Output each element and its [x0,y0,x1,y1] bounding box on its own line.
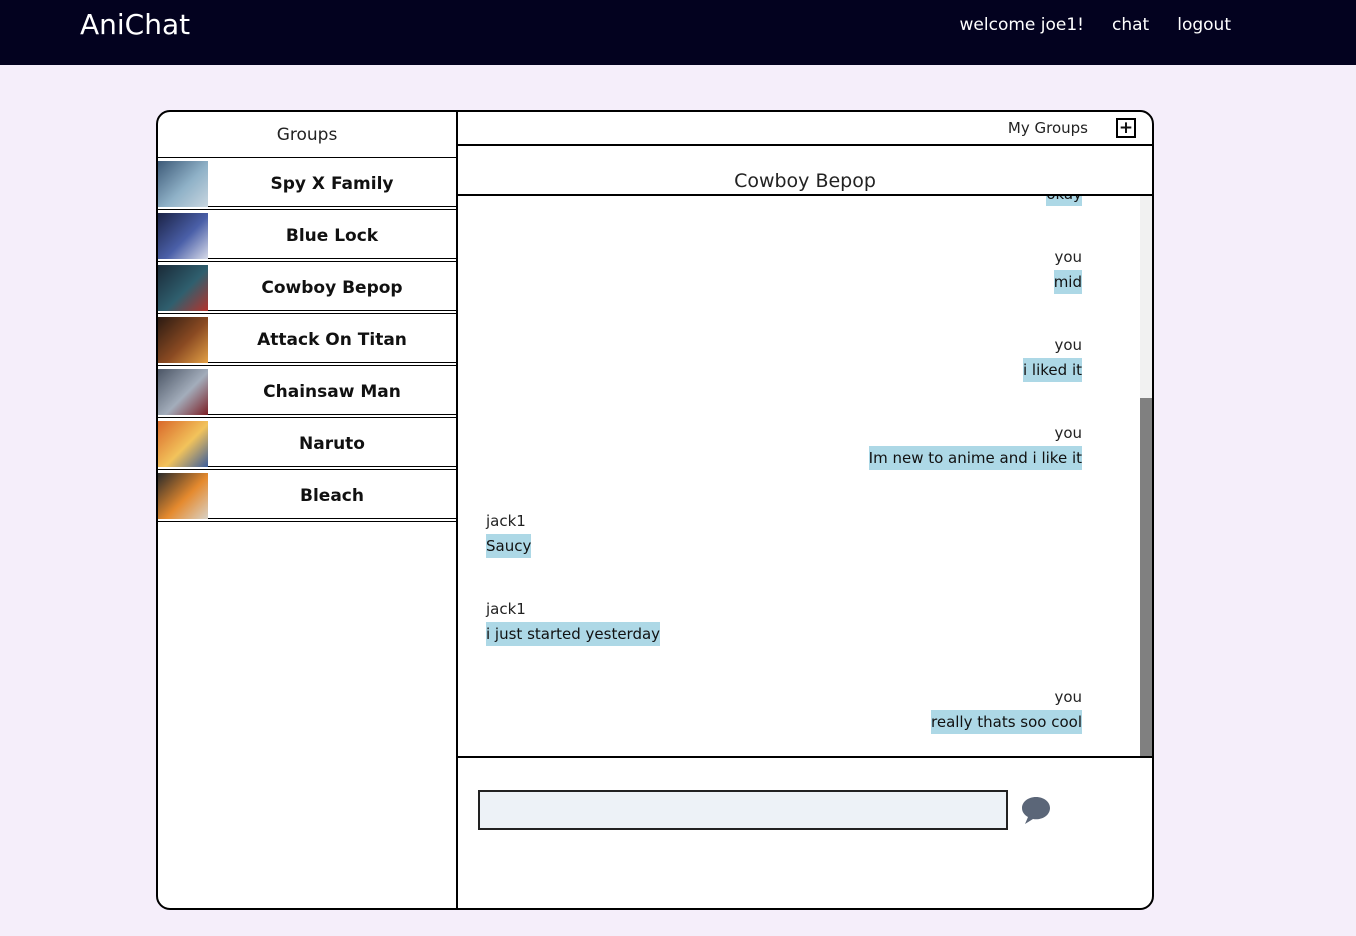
group-item[interactable]: Bleach [158,470,456,522]
chat-title-bar: Cowboy Bepop [458,146,1152,196]
my-groups-link[interactable]: My Groups [1008,119,1088,137]
message-list[interactable]: okay you mid you i liked it you Im new to anim… [458,196,1152,758]
group-item[interactable]: Blue Lock [158,210,456,262]
group-label: Naruto [299,433,365,454]
group-thumbnail [158,212,208,259]
group-thumbnail [158,316,208,363]
message-text: mid [1053,270,1082,294]
group-thumbnail [158,420,208,467]
message-sender: jack1 [486,600,526,618]
message-text: okay [1046,196,1082,206]
nav-links: welcome joe1! chat logout [960,15,1231,35]
plus-icon: + [1118,117,1134,138]
add-group-button[interactable]: + [1116,118,1136,138]
message-sender: jack1 [486,512,526,530]
group-label: Chainsaw Man [263,381,401,402]
message-item: you i liked it [1023,336,1082,382]
message-composer [458,758,1152,906]
group-label: Blue Lock [285,225,379,246]
message-sender: you [1054,248,1082,266]
group-item[interactable]: Chainsaw Man [158,366,456,418]
group-item[interactable]: Attack On Titan [158,314,456,366]
message-sender: you [1054,688,1082,706]
top-navbar: AniChat welcome joe1! chat logout [0,0,1356,65]
message-text: i liked it [1023,358,1082,382]
scrollbar-track[interactable] [1140,196,1152,756]
speech-bubble-icon[interactable] [1020,794,1052,826]
chat-title: Cowboy Bepop [734,170,876,192]
message-item: okay [1046,196,1082,206]
group-label: Cowboy Bepop [261,277,403,298]
group-thumbnail [158,160,208,207]
message-text: Saucy [486,534,532,558]
group-list: Spy X Family Blue Lock Cowboy Bepop Attack … [158,158,456,522]
group-item[interactable]: Naruto [158,418,456,470]
chat-link[interactable]: chat [1112,15,1149,35]
message-item: you Im new to anime and i like it [868,424,1082,470]
message-text: i just started yesterday [486,622,661,646]
logout-link[interactable]: logout [1177,15,1231,35]
group-item[interactable]: Spy X Family [158,158,456,210]
groups-sidebar: Groups Spy X Family Blue Lock Cowboy Bepop… [158,112,458,908]
group-label: Bleach [300,485,364,506]
message-item: you mid [1053,248,1082,294]
chat-topbar: My Groups + [458,112,1152,146]
group-thumbnail [158,368,208,415]
group-thumbnail [158,264,208,311]
group-item[interactable]: Cowboy Bepop [158,262,456,314]
group-label: Spy X Family [270,173,394,194]
message-text: Im new to anime and i like it [868,446,1082,470]
group-thumbnail [158,472,208,519]
message-item: you really thats soo cool [931,688,1082,734]
chat-panel: Groups Spy X Family Blue Lock Cowboy Bepop… [156,110,1154,910]
welcome-link[interactable]: welcome joe1! [960,15,1084,35]
chat-area: My Groups + Cowboy Bepop okay you mid you i … [458,112,1152,908]
message-input[interactable] [478,790,1008,830]
scrollbar-thumb[interactable] [1140,398,1152,756]
brand-logo[interactable]: AniChat [80,8,190,41]
groups-title: Groups [158,112,456,158]
message-text: really thats soo cool [931,710,1082,734]
message-sender: you [1054,424,1082,442]
group-label: Attack On Titan [257,329,407,350]
message-item: jack1 Saucy [486,512,532,558]
message-sender: you [1054,336,1082,354]
message-item: jack1 i just started yesterday [486,600,661,646]
